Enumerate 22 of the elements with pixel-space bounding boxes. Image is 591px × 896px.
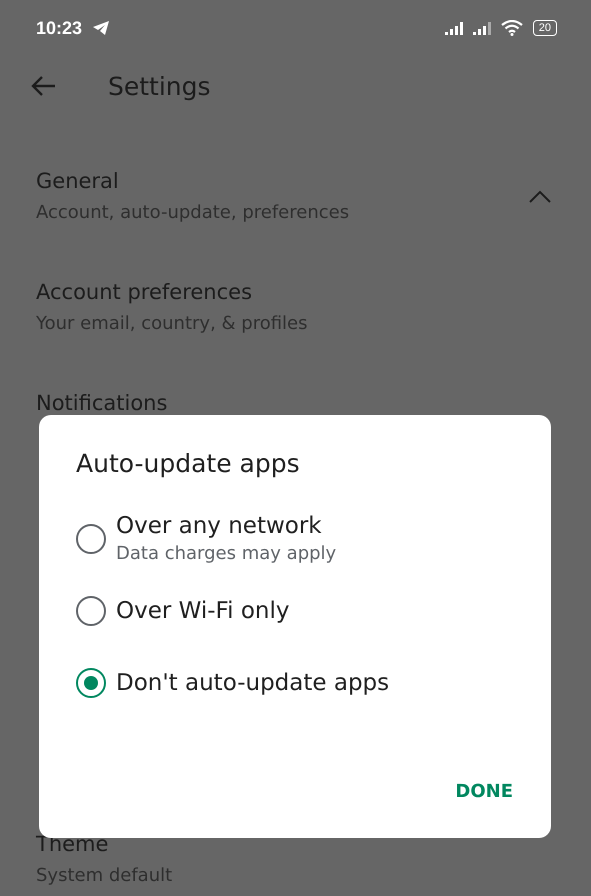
dialog-title: Auto-update apps	[75, 448, 301, 480]
paper-plane-icon	[92, 20, 110, 36]
option-label[interactable]: Over Wi-Fi only	[116, 596, 290, 626]
page-title: Settings	[108, 72, 211, 100]
radio-button[interactable]	[76, 524, 106, 554]
setting-title[interactable]: Account preferences	[36, 277, 551, 307]
setting-title[interactable]: Notifications	[36, 388, 551, 418]
option-label[interactable]: Don't auto-update apps	[116, 668, 390, 698]
status-time: 10:23	[36, 18, 82, 38]
option-hint: Data charges may apply	[116, 542, 336, 566]
setting-subtitle: Account, auto-update, preferences	[36, 201, 350, 225]
setting-subtitle: System default	[36, 864, 174, 888]
option-label[interactable]: Over any network	[116, 511, 336, 541]
battery-indicator: 20	[532, 20, 557, 36]
radio-button[interactable]	[76, 596, 106, 626]
setting-title[interactable]: General	[36, 166, 529, 196]
chevron-icon[interactable]	[529, 190, 551, 204]
radio-button[interactable]	[76, 668, 106, 698]
setting-subtitle: Your email, country, & profiles	[36, 312, 309, 336]
done-button[interactable]: DONE	[447, 773, 521, 810]
wifi-icon	[500, 20, 523, 36]
back-arrow-icon[interactable]	[30, 75, 56, 97]
